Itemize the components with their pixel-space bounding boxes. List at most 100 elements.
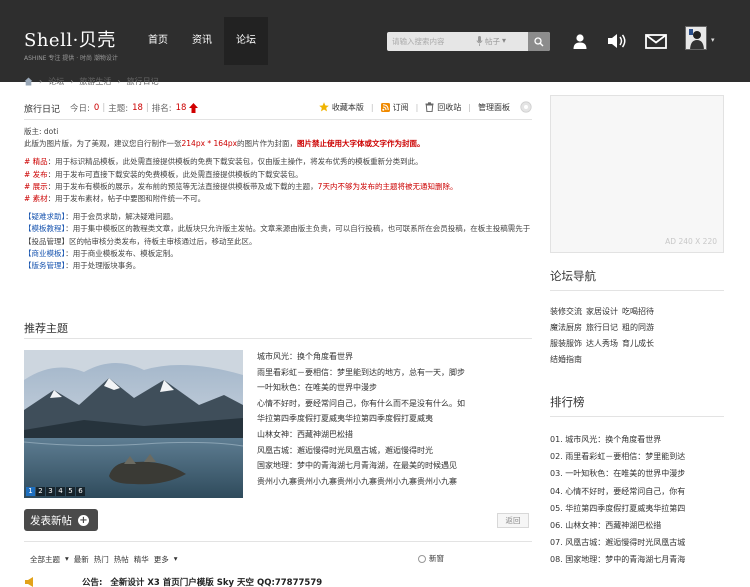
forum-nav-link[interactable]: 粗的同游 — [622, 323, 654, 332]
help-link[interactable]: 【商业模板】 — [24, 249, 65, 258]
search-box: 帖子 ▾ — [387, 32, 550, 51]
slide-pager: 1 2 3 4 5 6 — [26, 487, 85, 496]
slide-dot[interactable]: 1 — [26, 487, 35, 496]
cover-warning: 图片禁止使用大字体或文字作为封面。 — [297, 139, 425, 149]
search-input[interactable] — [387, 32, 475, 51]
forum-nav-link[interactable]: 结婚指南 — [550, 355, 582, 364]
chevron-down-icon[interactable]: ▾ — [502, 36, 506, 45]
nav-news[interactable]: 资讯 — [180, 17, 224, 65]
new-window-toggle[interactable]: 新窗 — [418, 553, 444, 564]
breadcrumb-current[interactable]: 旅行日记 — [127, 76, 159, 87]
recommend-item[interactable]: 一叶知秋色：在唯美的世界中漫步 — [257, 380, 532, 396]
new-window-label: 新窗 — [429, 554, 444, 563]
recommend-slideshow[interactable]: 1 2 3 4 5 6 — [24, 350, 243, 498]
filter-more[interactable]: 更多 — [154, 554, 169, 565]
nav-home[interactable]: 首页 — [136, 17, 180, 65]
new-post-button[interactable]: 发表新帖 + — [24, 509, 98, 531]
forum-nav-link[interactable]: 旅行日记 — [586, 323, 618, 332]
forum-nav-link[interactable]: 服装服饰 — [550, 339, 582, 348]
arrow-up-icon — [189, 103, 199, 113]
user-icon[interactable] — [571, 32, 589, 50]
forum-header: 旅行日记 今日: 0 | 主题: 18 | 排名: 18 收藏本版 | 订阅 |… — [24, 101, 532, 115]
checkbox[interactable] — [418, 554, 426, 563]
help-rule-line: 【疑难求助】：用于会员求助，解决疑难问题。 — [24, 212, 178, 222]
ranking-item[interactable]: 02. 雨里看彩虹－要相信：梦里能到达 — [550, 448, 724, 465]
slide-dot[interactable]: 5 — [66, 487, 75, 496]
recommend-item[interactable]: 山林女神：西藏神湖巴松措 — [257, 427, 532, 443]
cover-rule-line: 此版为图片版，为了美观，建议您自行制作一张214px * 164px的图片作为封… — [24, 139, 425, 149]
favorite-forum-label: 收藏本版 — [331, 102, 364, 112]
recommend-item[interactable]: 城市风光：换个角度看世界 — [257, 349, 532, 365]
recommend-item[interactable]: 雨里看彩虹－要相信：梦里能到达的地方，总有一天，脚步 — [257, 365, 532, 381]
filter-latest[interactable]: 最新 — [74, 554, 89, 565]
return-button[interactable]: 返回 — [497, 513, 529, 528]
slide-dot[interactable]: 6 — [76, 487, 85, 496]
mail-icon[interactable] — [644, 32, 668, 50]
recommend-item[interactable]: 国家地理：梦中的青海湖七月青海湖，在最美的时候遇见 — [257, 458, 532, 474]
speaker-icon[interactable] — [606, 32, 628, 50]
chevron-down-icon[interactable]: ▾ — [711, 36, 715, 44]
ranking-item[interactable]: 07. 风凰古城：邂逅慢得时光凤凰古城 — [550, 534, 724, 551]
ad-banner[interactable]: AD 240 X 220 — [550, 95, 724, 253]
main-nav: 首页 资讯 论坛 — [136, 17, 268, 65]
breadcrumb-forum[interactable]: 论坛 — [48, 76, 64, 87]
forum-nav-link[interactable]: 装修交流 — [550, 307, 582, 316]
breadcrumb-category[interactable]: 旅游生活 — [79, 76, 111, 87]
cover-size: 214px * 164px — [181, 139, 238, 149]
slide-dot[interactable]: 3 — [46, 487, 55, 496]
help-link[interactable]: 【模板教程】 — [24, 224, 65, 233]
subscribe-button[interactable]: 订阅 — [380, 102, 409, 113]
forum-nav-link[interactable]: 育儿成长 — [622, 339, 654, 348]
slide-dot[interactable]: 2 — [36, 487, 45, 496]
forum-nav-link[interactable]: 达人秀场 — [586, 339, 618, 348]
forum-nav-link[interactable]: 魔法厨房 — [550, 323, 582, 332]
ranking-item[interactable]: 05. 华拉第四季度假打夏威夷华拉第四 — [550, 500, 724, 517]
help-link[interactable]: 【版务管理】 — [24, 261, 65, 270]
announcement-text: 全新设计 X3 首页门户模版 Sky 天空 QQ:77877579 — [110, 578, 323, 587]
recommend-item[interactable]: 风凰古城：邂逅慢得时光凤凰古城，邂逅慢得时光 — [257, 443, 532, 459]
divider: | — [370, 102, 374, 112]
logo-text: Shell·贝壳 — [24, 30, 116, 51]
filter-digest[interactable]: 精华 — [134, 554, 149, 565]
ranking-item[interactable]: 01. 城市风光：换个角度看世界 — [550, 431, 724, 448]
chevron-down-icon[interactable]: ▾ — [174, 554, 178, 565]
home-icon[interactable] — [24, 77, 33, 86]
filter-hot-posts[interactable]: 热帖 — [114, 554, 129, 565]
microphone-icon[interactable] — [476, 36, 483, 50]
logo-subtitle: ASHINE 专注 提供 · 时尚 潮物设计 — [24, 55, 118, 62]
search-type-select[interactable]: 帖子 — [485, 32, 500, 51]
star-icon — [319, 102, 329, 112]
recommend-item[interactable]: 贵州小九寨贵州小九寨贵州小九寨贵州小九寨贵州小九寨 — [257, 474, 532, 490]
filter-hot[interactable]: 热门 — [94, 554, 109, 565]
slide-dot[interactable]: 4 — [56, 487, 65, 496]
user-avatar[interactable] — [685, 26, 707, 50]
nav-forum[interactable]: 论坛 — [224, 17, 268, 65]
site-logo[interactable]: Shell·贝壳 ASHINE 专注 提供 · 时尚 潮物设计 — [24, 26, 118, 62]
topics-count: 18 — [132, 103, 143, 113]
forum-nav-link[interactable]: 吃喝招待 — [622, 307, 654, 316]
ranking-item[interactable]: 06. 山林女神：西藏神湖巴松措 — [550, 517, 724, 534]
recommend-item[interactable]: 华拉第四季度假打夏威夷华拉第四季度假打夏威夷 — [257, 411, 532, 427]
forum-nav-link[interactable]: 家居设计 — [586, 307, 618, 316]
admin-panel-button[interactable]: 管理面板 — [478, 102, 510, 113]
ranking-item[interactable]: 04. 心情不好时，要经常问自己，你有 — [550, 483, 724, 500]
today-label: 今日: — [70, 104, 90, 114]
divider-line — [550, 416, 724, 417]
ranking-item[interactable]: 08. 国家地理：梦中的青海湖七月青海 — [550, 551, 724, 568]
announcement-row[interactable]: 公告: 全新设计 X3 首页门户模版 Sky 天空 QQ:77877579 — [24, 576, 322, 587]
filter-all[interactable]: 全部主题 — [30, 554, 60, 565]
search-button[interactable] — [528, 32, 550, 51]
recommend-item[interactable]: 心情不好时，要经常问自己，你有什么而不是没有什么。如 — [257, 396, 532, 412]
recycle-bin-button[interactable]: 回收站 — [425, 102, 461, 113]
plus-icon: + — [78, 514, 89, 526]
announcement-icon — [25, 577, 33, 587]
breadcrumb-separator: › — [117, 77, 121, 86]
rss-icon — [380, 102, 390, 112]
divider: | — [415, 102, 419, 112]
ranking-item[interactable]: 03. 一叶知秋色：在唯美的世界中漫步 — [550, 465, 724, 482]
chevron-down-icon[interactable]: ▾ — [65, 554, 69, 565]
help-link[interactable]: 【疑难求助】 — [24, 212, 65, 221]
favorite-forum-button[interactable]: 收藏本版 — [319, 102, 364, 113]
breadcrumb: › 论坛 › 旅游生活 › 旅行日记 — [24, 76, 159, 87]
settings-icon[interactable] — [520, 101, 532, 113]
